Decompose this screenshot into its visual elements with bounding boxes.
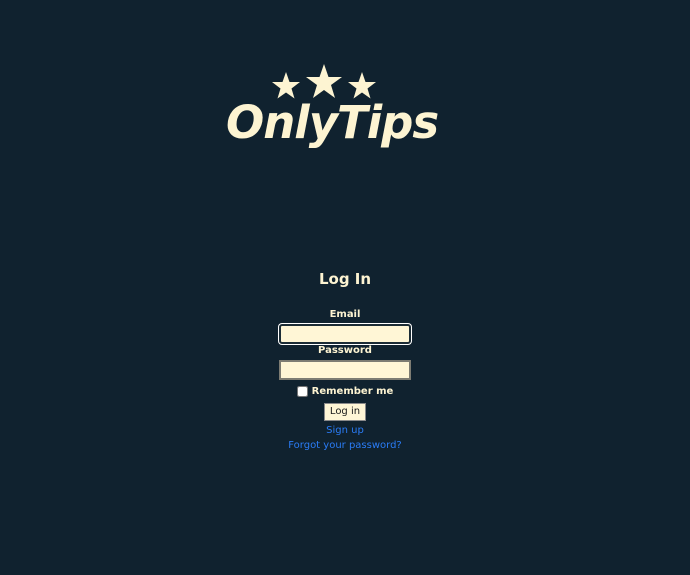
remember-me-checkbox[interactable] (296, 386, 308, 397)
forgot-password-link[interactable]: Forgot your password? (0, 438, 690, 453)
login-form: Log In Email Password Remember me Log in… (0, 268, 690, 453)
login-button[interactable]: Log in (324, 403, 366, 421)
form-title: Log In (318, 270, 372, 288)
login-page: OnlyTips Log In Email Password Remember … (0, 0, 690, 575)
onlytips-logo: OnlyTips (222, 62, 448, 162)
signup-link[interactable]: Sign up (0, 423, 690, 438)
password-label: Password (318, 345, 372, 356)
brand-wordmark: OnlyTips (226, 96, 439, 149)
remember-me-row: Remember me (0, 386, 690, 397)
email-label: Email (329, 309, 361, 320)
email-field[interactable] (279, 324, 411, 344)
password-field[interactable] (279, 360, 411, 380)
remember-me-label: Remember me (311, 386, 394, 397)
